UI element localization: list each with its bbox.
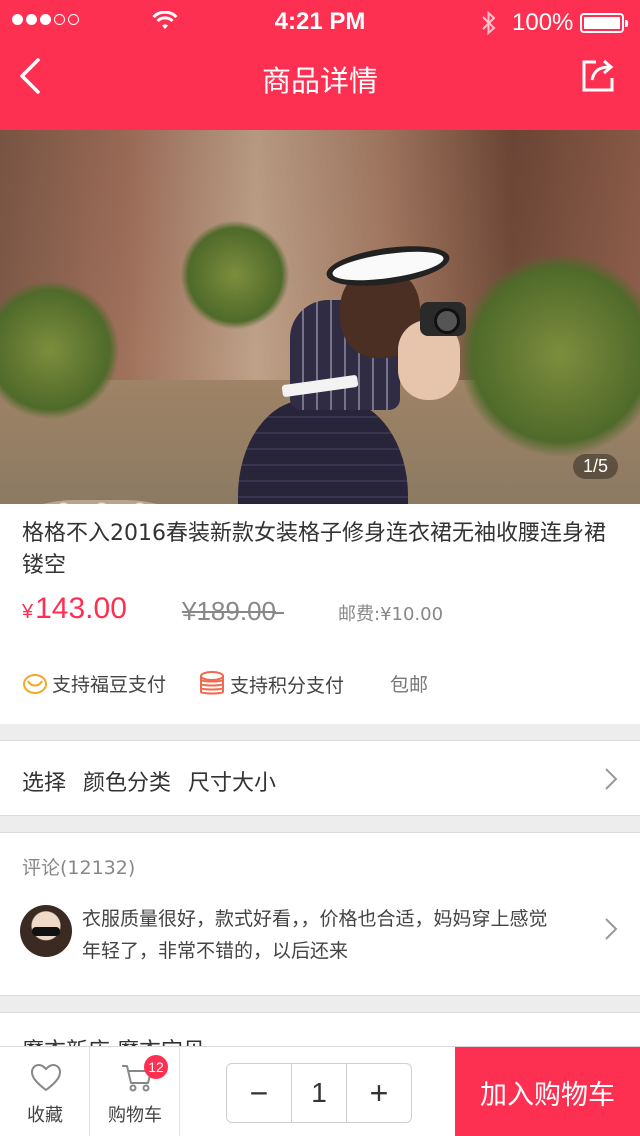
bottom-action-bar: 收藏 12 购物车 − 1 + 加入购物车: [0, 1046, 640, 1136]
battery-percent: 100%: [512, 9, 574, 36]
payment-options: 支持福豆支付 支持积分支付 包邮: [0, 648, 640, 724]
add-to-cart-button[interactable]: 加入购物车: [455, 1047, 640, 1136]
select-options-row[interactable]: 选择 颜色分类 尺寸大小: [0, 740, 640, 816]
battery-icon: [580, 13, 628, 33]
comments-section[interactable]: 评论(12132) 衣服质量很好，款式好看，，价格也合适，妈妈穿上感觉年轻了，非…: [0, 832, 640, 996]
quantity-stepper: − 1 +: [226, 1063, 412, 1123]
favorite-label: 收藏: [27, 1105, 63, 1126]
product-image-carousel[interactable]: [0, 130, 640, 504]
product-title: 格格不入2016春装新款女装格子修身连衣裙无袖收腰连身裙镂空: [22, 521, 606, 578]
points-payment: 支持积分支付: [198, 670, 344, 698]
heart-icon: [30, 1063, 62, 1092]
chevron-right-icon: [605, 918, 618, 940]
currency-symbol: ¥: [22, 601, 34, 623]
points-label: 支持积分支付: [230, 674, 345, 697]
cart-shortcut-button[interactable]: 12 购物车: [90, 1047, 180, 1136]
app-header: 4:21 PM 100% 商品详情: [0, 0, 640, 130]
free-shipping-tag: 包邮: [390, 670, 428, 697]
bluetooth-icon: [482, 10, 496, 36]
product-price: ¥143.00: [22, 592, 127, 626]
coins-stack-icon: [200, 671, 224, 695]
chevron-right-icon: [605, 768, 618, 790]
comment-text: 衣服质量很好，款式好看，，价格也合适，妈妈穿上感觉年轻了，非常不错的，以后还来: [82, 908, 548, 962]
page-title: 商品详情: [261, 64, 378, 98]
shipping-fee: 邮费:¥10.00: [338, 604, 444, 625]
original-price: ¥189.00: [182, 596, 284, 627]
decrease-quantity-button[interactable]: −: [227, 1064, 291, 1122]
price-value: 143.00: [35, 592, 127, 625]
quantity-value[interactable]: 1: [291, 1064, 347, 1122]
cart-label: 购物车: [108, 1105, 162, 1126]
fudou-label: 支持福豆支付: [52, 674, 167, 696]
cart-count-badge: 12: [144, 1055, 168, 1079]
product-info: 格格不入2016春装新款女装格子修身连衣裙无袖收腰连身裙镂空 ¥143.00 ¥…: [0, 504, 640, 648]
avatar: [20, 905, 72, 957]
status-bar: 4:21 PM 100%: [0, 0, 640, 40]
free-shipping-label: 包邮: [390, 674, 429, 696]
favorite-button[interactable]: 收藏: [0, 1047, 90, 1136]
comments-header: 评论(12132): [22, 857, 136, 879]
fudou-payment: 支持福豆支付: [22, 670, 166, 697]
image-page-indicator: 1/5: [572, 454, 618, 479]
share-icon[interactable]: [578, 56, 618, 96]
select-options-label: 选择 颜色分类 尺寸大小: [22, 771, 276, 796]
coin-icon: [23, 673, 47, 694]
increase-quantity-button[interactable]: +: [347, 1064, 411, 1122]
